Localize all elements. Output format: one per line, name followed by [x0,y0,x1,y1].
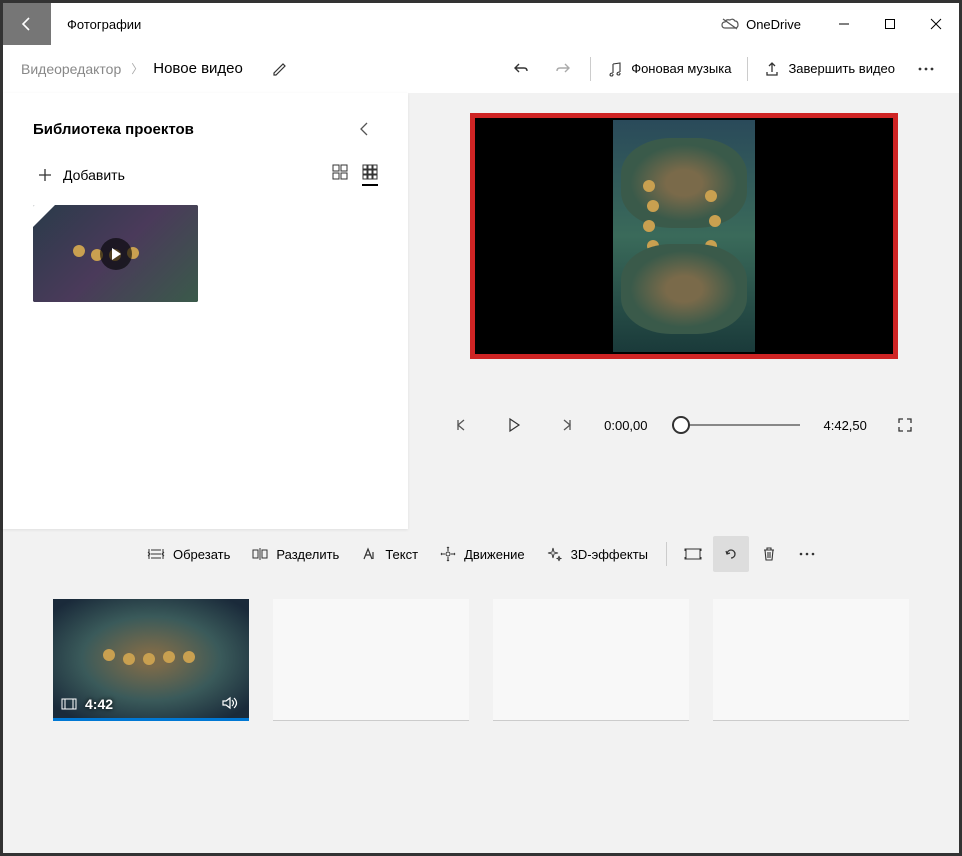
bg-music-label: Фоновая музыка [631,61,731,76]
view-small-button[interactable] [362,164,378,186]
timeline-slot-empty[interactable] [713,599,909,721]
delete-button[interactable] [751,536,787,572]
ellipsis-icon [799,552,815,556]
trim-button[interactable]: Обрезать [137,536,240,572]
arrow-left-icon [18,15,36,33]
timeline[interactable]: 4:42 [3,579,959,853]
play-overlay [100,238,132,270]
edit-toolbar: Обрезать Разделить Текст Движение 3D-эфф… [3,529,959,579]
sparkle-icon [547,546,563,562]
clip-duration: 4:42 [85,696,113,712]
onedrive-button[interactable]: OneDrive [720,17,801,32]
breadcrumb-editor[interactable]: Видеоредактор [15,61,127,77]
grid-large-icon [332,164,348,180]
play-icon [110,247,122,261]
3d-effects-label: 3D-эффекты [571,547,648,562]
onedrive-label: OneDrive [746,17,801,32]
library-panel: Библиотека проектов Добавить [3,93,408,529]
motion-icon [440,546,456,562]
grid-small-icon [362,164,378,180]
aspect-icon [684,547,702,561]
fullscreen-icon [897,417,913,433]
app-title: Фотографии [67,17,141,32]
seek-bar[interactable] [672,424,800,426]
timeline-slot-empty[interactable] [273,599,469,721]
timeline-slot-empty[interactable] [493,599,689,721]
preview-video [613,120,755,352]
close-button[interactable] [913,3,959,45]
library-title: Библиотека проектов [33,121,194,138]
music-icon [607,61,623,77]
motion-button[interactable]: Движение [430,536,535,572]
film-icon [61,698,77,710]
preview-frame[interactable] [470,113,898,359]
seek-knob[interactable] [672,416,690,434]
maximize-icon [884,18,896,30]
project-title[interactable]: Новое видео [147,58,249,79]
export-icon [764,61,780,77]
text-button[interactable]: Текст [351,536,428,572]
minimize-icon [838,18,850,30]
fullscreen-button[interactable] [891,411,919,439]
frame-back-button[interactable] [448,411,476,439]
ellipsis-icon [918,67,934,71]
clip-audio-icon [221,696,239,710]
play-button[interactable] [500,411,528,439]
aspect-button[interactable] [675,536,711,572]
3d-effects-button[interactable]: 3D-эффекты [537,536,658,572]
more-button[interactable] [905,48,947,90]
edit-title-button[interactable] [259,48,301,90]
trash-icon [762,546,776,562]
text-icon [361,547,377,561]
redo-button[interactable] [542,48,584,90]
undo-button[interactable] [500,48,542,90]
text-label: Текст [385,547,418,562]
maximize-button[interactable] [867,3,913,45]
split-label: Разделить [276,547,339,562]
toolbar: Видеоредактор 〉 Новое видео Фоновая музы… [3,45,959,93]
more-edit-button[interactable] [789,536,825,572]
close-icon [930,18,942,30]
titlebar: Фотографии OneDrive [3,3,959,45]
step-forward-icon [559,418,573,432]
trim-icon [147,547,165,561]
add-media-button[interactable]: Добавить [33,163,129,187]
play-icon [507,417,521,433]
bg-music-button[interactable]: Фоновая музыка [597,61,741,77]
cloud-disabled-icon [720,17,740,31]
redo-icon [553,59,573,79]
chevron-right-icon: 〉 [127,60,147,77]
time-total: 4:42,50 [824,418,867,433]
step-back-icon [455,418,469,432]
pencil-icon [272,61,288,77]
chevron-left-icon [359,121,369,137]
motion-label: Движение [464,547,525,562]
split-icon [252,547,268,561]
add-media-label: Добавить [63,167,125,183]
library-thumbnail[interactable] [33,205,198,302]
minimize-button[interactable] [821,3,867,45]
rotate-icon [723,546,739,562]
preview-area: 0:00,00 4:42,50 [408,93,959,529]
finish-video-label: Завершить видео [788,61,895,76]
corner-fold-icon [33,205,55,227]
undo-icon [511,59,531,79]
rotate-button[interactable] [713,536,749,572]
finish-video-button[interactable]: Завершить видео [754,61,905,77]
plus-icon [37,167,53,183]
split-button[interactable]: Разделить [242,536,349,572]
trim-label: Обрезать [173,547,230,562]
view-large-button[interactable] [332,164,348,186]
timeline-clip-1[interactable]: 4:42 [53,599,249,721]
back-button[interactable] [3,3,51,45]
time-current: 0:00,00 [604,418,647,433]
collapse-library-button[interactable] [350,115,378,143]
frame-forward-button[interactable] [552,411,580,439]
